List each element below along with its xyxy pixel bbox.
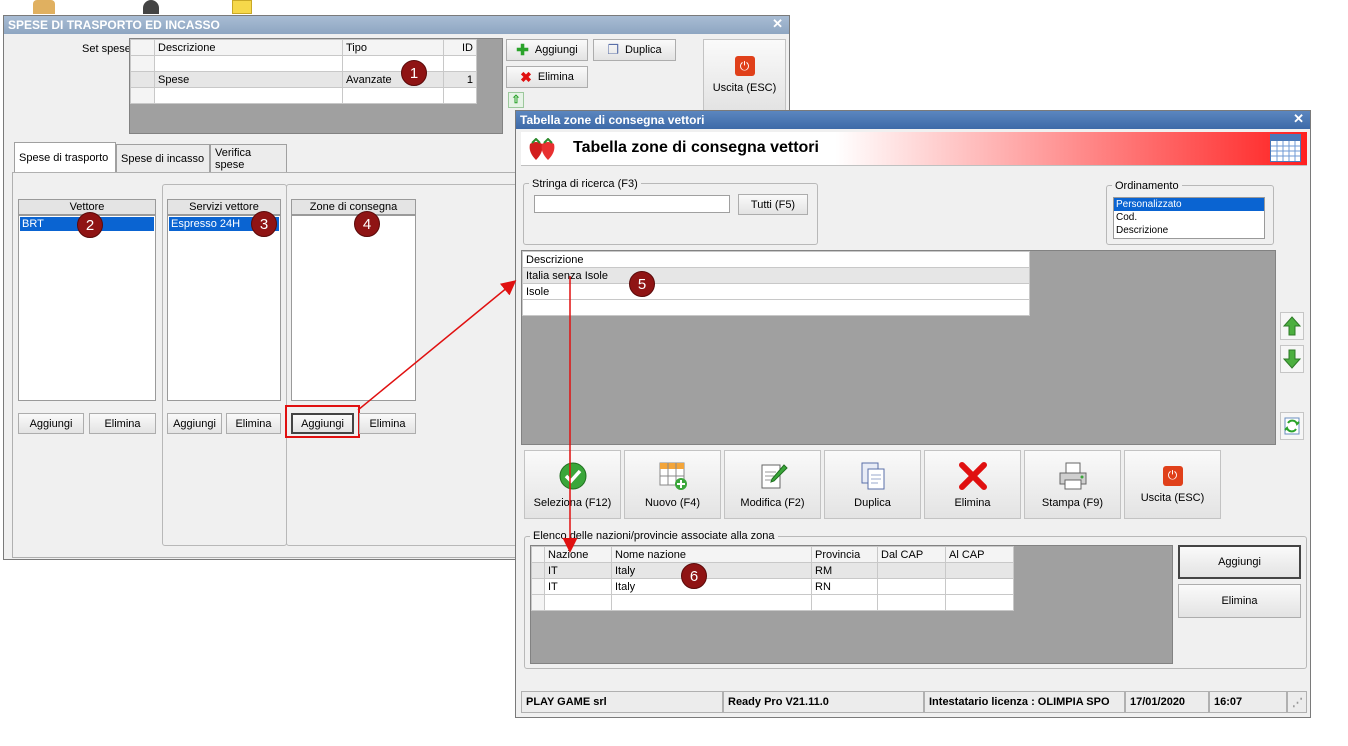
- badge-5: 5: [629, 271, 655, 297]
- annotation-arrows: [357, 276, 578, 553]
- badge-2: 2: [77, 212, 103, 238]
- arrow-to-zones-table: [357, 280, 517, 411]
- badge-1: 1: [401, 60, 427, 86]
- badge-4: 4: [354, 211, 380, 237]
- badge-6: 6: [681, 563, 707, 589]
- badge-3: 3: [251, 211, 277, 237]
